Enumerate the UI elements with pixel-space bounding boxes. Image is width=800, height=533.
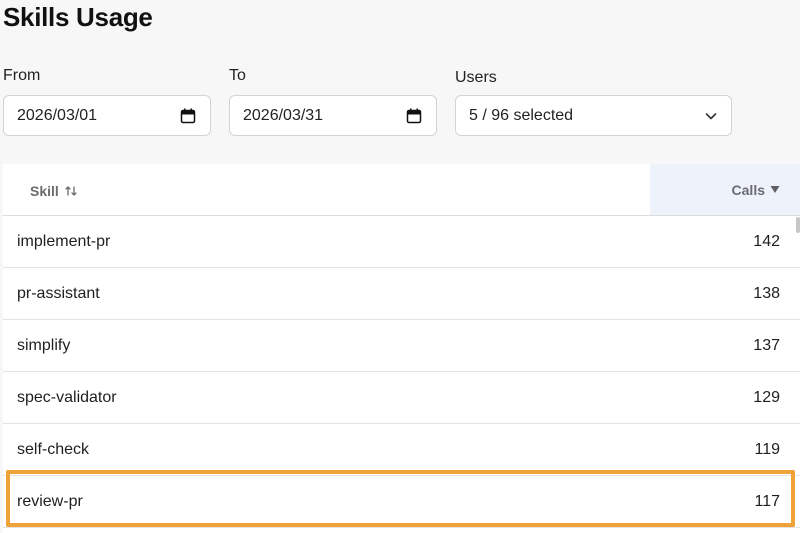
- skill-name: implement-pr: [17, 233, 111, 250]
- sort-descending-icon: [769, 183, 783, 197]
- calls-count: 138: [753, 285, 780, 302]
- users-select-value: 5 / 96 selected: [469, 106, 574, 124]
- calls-count: 117: [754, 493, 780, 510]
- from-date-field[interactable]: 2026/03/01: [3, 95, 211, 136]
- calendar-icon[interactable]: [180, 108, 196, 124]
- users-select[interactable]: 5 / 96 selected: [455, 95, 732, 136]
- to-label: To: [229, 67, 246, 84]
- table-header: Skill Calls: [3, 164, 800, 216]
- calls-count: 129: [753, 389, 780, 406]
- table-row[interactable]: review-pr 117: [3, 476, 800, 528]
- skills-table: Skill Calls implement-pr 142 pr-assistan…: [3, 164, 800, 533]
- to-date-value: 2026/03/31: [243, 106, 324, 124]
- calls-count: 119: [754, 441, 780, 458]
- to-date-field[interactable]: 2026/03/31: [229, 95, 437, 136]
- from-label: From: [3, 67, 41, 84]
- sort-toggle-icon: [64, 184, 78, 198]
- skill-name: spec-validator: [17, 389, 117, 406]
- table-row[interactable]: simplify 137: [3, 320, 800, 372]
- table-row[interactable]: implement-pr 142: [3, 216, 800, 268]
- table-row[interactable]: spec-validator 129: [3, 372, 800, 424]
- calls-count: 142: [753, 233, 780, 250]
- column-header-skill[interactable]: Skill: [30, 183, 78, 199]
- page-title: Skills Usage: [3, 2, 153, 32]
- table-row[interactable]: pr-assistant 138: [3, 268, 800, 320]
- from-date-value: 2026/03/01: [17, 106, 98, 124]
- calls-count: 137: [753, 337, 780, 354]
- skill-name: pr-assistant: [17, 285, 100, 302]
- column-header-skill-label: Skill: [30, 183, 59, 199]
- skill-name: self-check: [17, 441, 90, 458]
- chevron-down-icon: [704, 109, 718, 123]
- skill-name: simplify: [17, 337, 71, 354]
- column-header-calls[interactable]: Calls: [650, 164, 800, 215]
- scrollbar-thumb[interactable]: [796, 217, 800, 233]
- users-label: Users: [455, 69, 497, 86]
- calendar-icon[interactable]: [406, 108, 422, 124]
- table-row[interactable]: self-check 119: [3, 424, 800, 476]
- column-header-calls-label: Calls: [731, 181, 765, 198]
- skill-name: review-pr: [17, 493, 83, 510]
